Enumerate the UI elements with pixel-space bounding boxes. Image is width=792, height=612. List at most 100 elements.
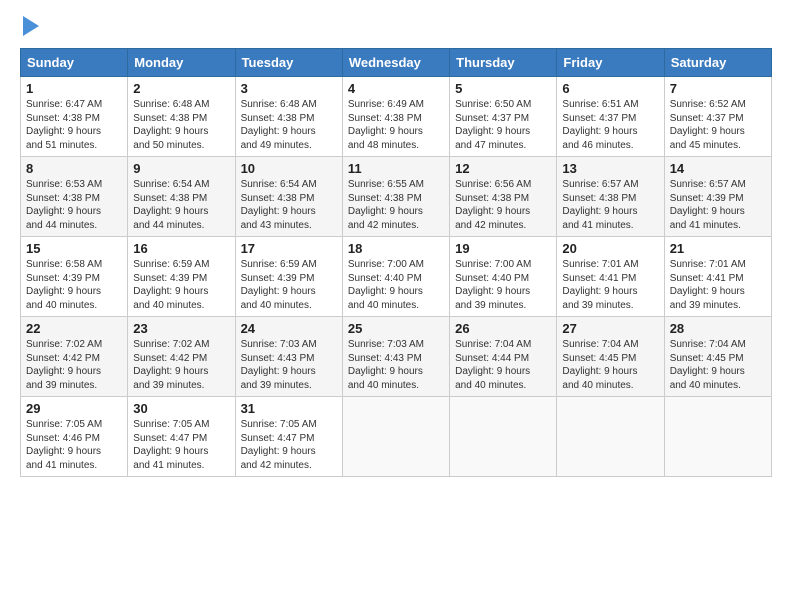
day-info: Sunrise: 7:00 AMSunset: 4:40 PMDaylight:… <box>348 258 444 312</box>
day-info: Sunrise: 6:50 AMSunset: 4:37 PMDaylight:… <box>455 98 551 152</box>
day-info: Sunrise: 6:48 AMSunset: 4:38 PMDaylight:… <box>241 98 337 152</box>
calendar-cell: 4Sunrise: 6:49 AMSunset: 4:38 PMDaylight… <box>342 77 449 157</box>
calendar-cell: 31Sunrise: 7:05 AMSunset: 4:47 PMDayligh… <box>235 397 342 477</box>
day-number: 27 <box>562 321 658 336</box>
calendar-cell: 17 Sunrise: 6:59 AMSunset: 4:39 PMDayligh… <box>235 237 342 317</box>
day-info: Sunrise: 6:53 AMSunset: 4:38 PMDaylight:… <box>26 178 122 232</box>
day-info: Sunrise: 7:04 AMSunset: 4:45 PMDaylight:… <box>670 338 766 392</box>
day-number: 15 <box>26 241 122 256</box>
day-number: 31 <box>241 401 337 416</box>
day-info: Sunrise: 7:01 AMSunset: 4:41 PMDaylight:… <box>670 258 766 312</box>
day-info: Sunrise: 7:00 AMSunset: 4:40 PMDaylight:… <box>455 258 551 312</box>
day-number: 20 <box>562 241 658 256</box>
calendar-cell: 12 Sunrise: 6:56 AMSunset: 4:38 PMDayligh… <box>450 157 557 237</box>
day-info: Sunrise: 7:02 AMSunset: 4:42 PMDaylight:… <box>133 338 229 392</box>
calendar-cell: 3 Sunrise: 6:48 AMSunset: 4:38 PMDaylight… <box>235 77 342 157</box>
calendar-cell <box>450 397 557 477</box>
day-info: Sunrise: 7:04 AMSunset: 4:44 PMDaylight:… <box>455 338 551 392</box>
calendar-header-friday: Friday <box>557 49 664 77</box>
day-info: Sunrise: 7:05 AMSunset: 4:47 PMDaylight:… <box>133 418 229 472</box>
calendar-cell: 22 Sunrise: 7:02 AMSunset: 4:42 PMDayligh… <box>21 317 128 397</box>
calendar-cell: 13 Sunrise: 6:57 AMSunset: 4:38 PMDayligh… <box>557 157 664 237</box>
calendar-cell: 19 Sunrise: 7:00 AMSunset: 4:40 PMDayligh… <box>450 237 557 317</box>
day-info: Sunrise: 7:03 AMSunset: 4:43 PMDaylight:… <box>241 338 337 392</box>
day-number: 13 <box>562 161 658 176</box>
day-info: Sunrise: 6:55 AMSunset: 4:38 PMDaylight:… <box>348 178 444 232</box>
day-info: Sunrise: 6:59 AMSunset: 4:39 PMDaylight:… <box>241 258 337 312</box>
day-number: 12 <box>455 161 551 176</box>
day-info: Sunrise: 6:49 AMSunset: 4:38 PMDaylight:… <box>348 98 444 152</box>
calendar-cell: 24 Sunrise: 7:03 AMSunset: 4:43 PMDayligh… <box>235 317 342 397</box>
calendar-cell: 9 Sunrise: 6:54 AMSunset: 4:38 PMDaylight… <box>128 157 235 237</box>
page-container: SundayMondayTuesdayWednesdayThursdayFrid… <box>0 0 792 487</box>
day-number: 21 <box>670 241 766 256</box>
calendar-cell: 27 Sunrise: 7:04 AMSunset: 4:45 PMDayligh… <box>557 317 664 397</box>
calendar-cell: 23 Sunrise: 7:02 AMSunset: 4:42 PMDayligh… <box>128 317 235 397</box>
calendar-cell: 21 Sunrise: 7:01 AMSunset: 4:41 PMDayligh… <box>664 237 771 317</box>
day-info: Sunrise: 6:54 AMSunset: 4:38 PMDaylight:… <box>133 178 229 232</box>
day-number: 16 <box>133 241 229 256</box>
day-number: 8 <box>26 161 122 176</box>
calendar-header-thursday: Thursday <box>450 49 557 77</box>
calendar-week-row: 22 Sunrise: 7:02 AMSunset: 4:42 PMDayligh… <box>21 317 772 397</box>
day-number: 10 <box>241 161 337 176</box>
day-info: Sunrise: 6:48 AMSunset: 4:38 PMDaylight:… <box>133 98 229 152</box>
calendar-header-row: SundayMondayTuesdayWednesdayThursdayFrid… <box>21 49 772 77</box>
day-info: Sunrise: 7:01 AMSunset: 4:41 PMDaylight:… <box>562 258 658 312</box>
calendar-week-row: 8 Sunrise: 6:53 AMSunset: 4:38 PMDaylight… <box>21 157 772 237</box>
day-info: Sunrise: 7:02 AMSunset: 4:42 PMDaylight:… <box>26 338 122 392</box>
day-number: 11 <box>348 161 444 176</box>
calendar-cell: 15Sunrise: 6:58 AMSunset: 4:39 PMDayligh… <box>21 237 128 317</box>
calendar-cell <box>342 397 449 477</box>
calendar-cell <box>664 397 771 477</box>
logo-arrow-icon <box>23 16 39 36</box>
day-number: 19 <box>455 241 551 256</box>
calendar-cell: 8 Sunrise: 6:53 AMSunset: 4:38 PMDaylight… <box>21 157 128 237</box>
day-number: 23 <box>133 321 229 336</box>
calendar-cell: 26 Sunrise: 7:04 AMSunset: 4:44 PMDayligh… <box>450 317 557 397</box>
calendar-cell: 28 Sunrise: 7:04 AMSunset: 4:45 PMDayligh… <box>664 317 771 397</box>
calendar-body: 1Sunrise: 6:47 AMSunset: 4:38 PMDaylight… <box>21 77 772 477</box>
calendar-table: SundayMondayTuesdayWednesdayThursdayFrid… <box>20 48 772 477</box>
calendar-cell: 6Sunrise: 6:51 AMSunset: 4:37 PMDaylight… <box>557 77 664 157</box>
calendar-cell: 29Sunrise: 7:05 AMSunset: 4:46 PMDayligh… <box>21 397 128 477</box>
day-number: 5 <box>455 81 551 96</box>
day-info: Sunrise: 6:57 AMSunset: 4:38 PMDaylight:… <box>562 178 658 232</box>
day-info: Sunrise: 7:04 AMSunset: 4:45 PMDaylight:… <box>562 338 658 392</box>
calendar-cell: 1Sunrise: 6:47 AMSunset: 4:38 PMDaylight… <box>21 77 128 157</box>
day-number: 17 <box>241 241 337 256</box>
day-number: 28 <box>670 321 766 336</box>
calendar-cell: 11 Sunrise: 6:55 AMSunset: 4:38 PMDayligh… <box>342 157 449 237</box>
calendar-cell: 14 Sunrise: 6:57 AMSunset: 4:39 PMDayligh… <box>664 157 771 237</box>
calendar-week-row: 29Sunrise: 7:05 AMSunset: 4:46 PMDayligh… <box>21 397 772 477</box>
day-number: 2 <box>133 81 229 96</box>
calendar-cell: 10 Sunrise: 6:54 AMSunset: 4:38 PMDayligh… <box>235 157 342 237</box>
calendar-header-sunday: Sunday <box>21 49 128 77</box>
day-info: Sunrise: 6:52 AMSunset: 4:37 PMDaylight:… <box>670 98 766 152</box>
day-number: 30 <box>133 401 229 416</box>
day-number: 9 <box>133 161 229 176</box>
calendar-header-monday: Monday <box>128 49 235 77</box>
day-number: 3 <box>241 81 337 96</box>
calendar-cell: 30 Sunrise: 7:05 AMSunset: 4:47 PMDayligh… <box>128 397 235 477</box>
day-info: Sunrise: 7:05 AMSunset: 4:46 PMDaylight:… <box>26 418 122 472</box>
day-info: Sunrise: 6:57 AMSunset: 4:39 PMDaylight:… <box>670 178 766 232</box>
calendar-cell: 2 Sunrise: 6:48 AMSunset: 4:38 PMDaylight… <box>128 77 235 157</box>
calendar-cell: 7 Sunrise: 6:52 AMSunset: 4:37 PMDaylight… <box>664 77 771 157</box>
calendar-header-wednesday: Wednesday <box>342 49 449 77</box>
day-number: 22 <box>26 321 122 336</box>
day-number: 14 <box>670 161 766 176</box>
day-number: 18 <box>348 241 444 256</box>
day-number: 24 <box>241 321 337 336</box>
day-number: 7 <box>670 81 766 96</box>
day-info: Sunrise: 6:56 AMSunset: 4:38 PMDaylight:… <box>455 178 551 232</box>
day-number: 26 <box>455 321 551 336</box>
calendar-cell: 5 Sunrise: 6:50 AMSunset: 4:37 PMDaylight… <box>450 77 557 157</box>
header <box>20 18 772 36</box>
day-number: 1 <box>26 81 122 96</box>
calendar-cell: 25Sunrise: 7:03 AMSunset: 4:43 PMDayligh… <box>342 317 449 397</box>
day-info: Sunrise: 6:54 AMSunset: 4:38 PMDaylight:… <box>241 178 337 232</box>
day-number: 6 <box>562 81 658 96</box>
calendar-header-saturday: Saturday <box>664 49 771 77</box>
calendar-week-row: 1Sunrise: 6:47 AMSunset: 4:38 PMDaylight… <box>21 77 772 157</box>
